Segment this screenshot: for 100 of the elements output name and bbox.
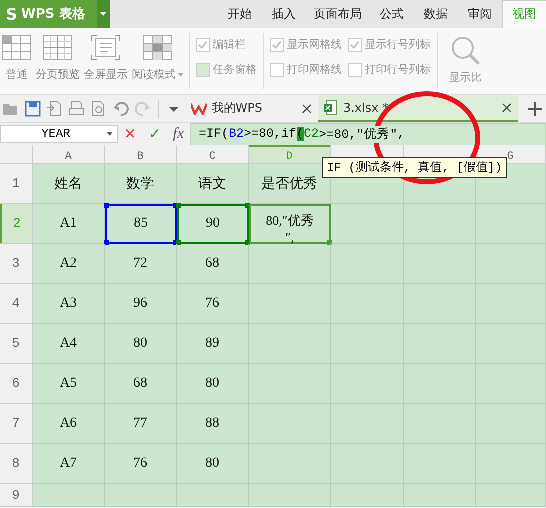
undo-icon[interactable] xyxy=(112,100,130,118)
option-checkbox[interactable]: 显示行号列标 xyxy=(348,37,431,52)
app-logo[interactable]: S WPS 表格 xyxy=(0,0,97,28)
close-icon[interactable] xyxy=(302,104,312,114)
dropdown-button[interactable] xyxy=(97,0,110,28)
grid-cell xyxy=(33,484,105,507)
check-icon xyxy=(272,40,282,48)
table-cell: 89 xyxy=(177,324,249,364)
column-header[interactable]: A xyxy=(33,145,105,164)
table-cell: A6 xyxy=(33,404,105,444)
tab-title: 我的WPS xyxy=(212,100,262,117)
caret-icon xyxy=(178,72,184,76)
option-checkbox[interactable]: 编辑栏 xyxy=(196,37,257,52)
column-header[interactable]: C xyxy=(177,145,249,164)
export-icon[interactable] xyxy=(46,100,64,118)
option-checkbox[interactable]: 显示网格线 xyxy=(270,37,342,52)
menu-tab[interactable]: 插入 xyxy=(262,0,306,28)
grid-cell xyxy=(476,244,546,284)
grid-cell xyxy=(404,484,476,507)
select-all-corner[interactable] xyxy=(0,145,33,164)
row-header[interactable]: 3 xyxy=(0,244,33,284)
table-cell: 80 xyxy=(177,444,249,484)
menu-tab[interactable]: 视图 xyxy=(502,0,546,28)
row-header[interactable]: 8 xyxy=(0,444,33,484)
table-cell: A4 xyxy=(33,324,105,364)
document-tab[interactable]: 我的WPS xyxy=(184,95,318,122)
checkbox[interactable] xyxy=(270,38,284,52)
menu-tab[interactable]: 公式 xyxy=(370,0,414,28)
search-icon xyxy=(450,36,480,66)
grid-cell xyxy=(476,364,546,404)
caret-icon xyxy=(100,12,107,16)
tab-title: 3.xlsx * xyxy=(343,100,389,114)
save-icon[interactable] xyxy=(24,100,42,118)
check-icon xyxy=(198,40,208,48)
grid-cell xyxy=(177,484,249,507)
option-checkbox[interactable]: 任务窗格 xyxy=(196,62,257,77)
table-cell: A7 xyxy=(33,444,105,484)
grid-cell xyxy=(476,404,546,444)
add-icon[interactable] xyxy=(526,100,544,118)
confirm-button[interactable]: ✓ xyxy=(142,125,168,143)
view-mode-button[interactable]: 全屏显示 xyxy=(82,28,130,94)
menu-tab[interactable]: 页面布局 xyxy=(306,0,370,28)
grid-cell xyxy=(404,204,476,244)
spreadsheet-file-icon xyxy=(324,100,338,116)
grid-cell xyxy=(404,324,476,364)
caret-icon xyxy=(107,132,113,136)
checkbox[interactable] xyxy=(348,62,362,76)
row-header[interactable]: 5 xyxy=(0,324,33,364)
cell-text: ″, xyxy=(286,229,294,246)
row-header[interactable]: 6 xyxy=(0,364,33,404)
document-tab[interactable]: 3.xlsx * xyxy=(318,95,518,122)
grid-cell xyxy=(404,244,476,284)
option-checkbox[interactable]: 打印网格线 xyxy=(270,62,342,77)
read-view-icon xyxy=(143,35,173,61)
column-header[interactable]: B xyxy=(105,145,177,164)
table-cell: 80 xyxy=(105,324,177,364)
row-header[interactable]: 1 xyxy=(0,164,33,204)
row-header[interactable]: 7 xyxy=(0,404,33,444)
menu-tab[interactable]: 审阅 xyxy=(458,0,502,28)
close-icon[interactable] xyxy=(502,102,512,112)
cell-text: 80,″优秀 xyxy=(266,212,314,229)
print-icon[interactable] xyxy=(68,100,86,118)
table-cell: 88 xyxy=(177,404,249,444)
checkbox[interactable] xyxy=(196,62,210,76)
grid-cell xyxy=(404,364,476,404)
checkbox[interactable] xyxy=(196,38,210,52)
page-view-icon xyxy=(43,35,73,61)
table-cell: 72 xyxy=(105,244,177,284)
menu-tab[interactable]: 数据 xyxy=(414,0,458,28)
table-cell: A3 xyxy=(33,284,105,324)
view-mode-button[interactable]: 阅读模式 xyxy=(130,28,186,94)
redo-icon[interactable] xyxy=(134,100,152,118)
row-header[interactable]: 9 xyxy=(0,484,33,507)
grid-cell xyxy=(105,484,177,507)
formula-field[interactable]: =IF(B2>=80,if(C2>=80,″优秀″, xyxy=(190,122,546,146)
row-header[interactable]: 2 xyxy=(0,204,33,244)
cancel-button[interactable]: ✕ xyxy=(118,125,143,143)
grid-cell xyxy=(476,284,546,324)
menu-tab[interactable]: 开始 xyxy=(218,0,262,28)
zoom-button[interactable]: 显示比 xyxy=(441,28,482,94)
table-cell: 68 xyxy=(105,364,177,404)
checkbox[interactable] xyxy=(270,62,284,76)
column-header[interactable]: D xyxy=(249,145,331,164)
row-header[interactable]: 4 xyxy=(0,284,33,324)
insert-function-button[interactable]: fx xyxy=(167,126,190,142)
table-cell: 76 xyxy=(177,284,249,324)
grid-cell xyxy=(476,444,546,484)
referenced-cell[interactable]: 85 xyxy=(105,204,177,244)
view-mode-button[interactable]: 分页预览 xyxy=(34,28,82,94)
table-cell: A5 xyxy=(33,364,105,404)
table-cell: A2 xyxy=(33,244,105,284)
table-cell: 80 xyxy=(177,364,249,404)
name-box[interactable]: YEAR xyxy=(0,125,118,143)
table-cell: 68 xyxy=(177,244,249,284)
option-checkbox[interactable]: 打印行号列标 xyxy=(348,62,431,77)
checkbox[interactable] xyxy=(348,38,362,52)
view-mode-button[interactable]: 普通 xyxy=(0,28,34,94)
table-cell: 姓名 xyxy=(33,164,105,204)
grid-cell xyxy=(476,484,546,507)
editing-cell[interactable]: 80,″优秀 ″, xyxy=(249,204,331,244)
